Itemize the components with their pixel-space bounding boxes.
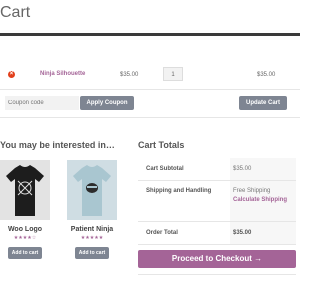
product-name[interactable]: Woo Logo — [0, 226, 50, 233]
shipping-value-cell: Free Shipping Calculate Shipping — [230, 181, 296, 221]
product-image-woo-logo[interactable] — [0, 160, 50, 220]
shipping-label: Shipping and Handling — [146, 188, 212, 194]
page-title: Cart — [0, 4, 31, 21]
related-product-card[interactable]: Woo Logo ★★★★☆ Add to cart — [0, 160, 50, 259]
tshirt-icon — [6, 165, 44, 216]
star-rating: ★★★★★ — [80, 235, 104, 241]
subtotal-value: $35.00 — [233, 166, 252, 172]
related-product-card[interactable]: Patient Ninja ★★★★★ Add to cart — [67, 160, 117, 259]
order-total-value: $35.00 — [233, 230, 252, 236]
calculate-shipping-link[interactable]: Calculate Shipping — [230, 194, 296, 203]
apply-coupon-button[interactable]: Apply Coupon — [80, 96, 134, 110]
cart-totals-table: Cart Subtotal $35.00 Shipping and Handli… — [138, 158, 296, 245]
cart-item-subtotal: $35.00 — [257, 72, 276, 78]
row-divider — [0, 89, 300, 90]
coupon-code-input[interactable] — [5, 96, 79, 110]
remove-item-icon[interactable]: × — [8, 71, 15, 78]
add-to-cart-button[interactable]: Add to cart — [74, 247, 110, 259]
shipping-value: Free Shipping — [233, 188, 271, 194]
product-image-patient-ninja[interactable] — [67, 160, 117, 220]
order-total-label: Order Total — [146, 230, 178, 236]
subtotal-value-cell: $35.00 — [230, 158, 296, 180]
cart-item-name-link[interactable]: Ninja Silhouette — [40, 71, 85, 77]
actions-divider — [0, 117, 300, 118]
cart-totals-title: Cart Totals — [138, 140, 185, 150]
product-name[interactable]: Patient Ninja — [67, 226, 117, 233]
quantity-input[interactable]: 1 — [163, 67, 183, 81]
cart-item-price: $35.00 — [120, 72, 139, 78]
subtotal-row: Cart Subtotal $35.00 — [138, 158, 296, 181]
shipping-row: Shipping and Handling Free Shipping Calc… — [138, 181, 296, 222]
bottom-divider — [138, 274, 296, 275]
related-products-title: You may be interested in… — [0, 140, 115, 150]
add-to-cart-button[interactable]: Add to cart — [7, 247, 43, 259]
subtotal-label: Cart Subtotal — [146, 166, 184, 172]
tshirt-icon — [73, 165, 111, 216]
order-total-row: Order Total $35.00 — [138, 222, 296, 245]
order-total-value-cell: $35.00 — [230, 222, 296, 244]
star-rating: ★★★★☆ — [13, 235, 37, 241]
update-cart-button[interactable]: Update Cart — [239, 96, 287, 110]
proceed-to-checkout-button[interactable]: Proceed to Checkout → — [138, 250, 296, 268]
table-top-rule — [0, 33, 300, 36]
